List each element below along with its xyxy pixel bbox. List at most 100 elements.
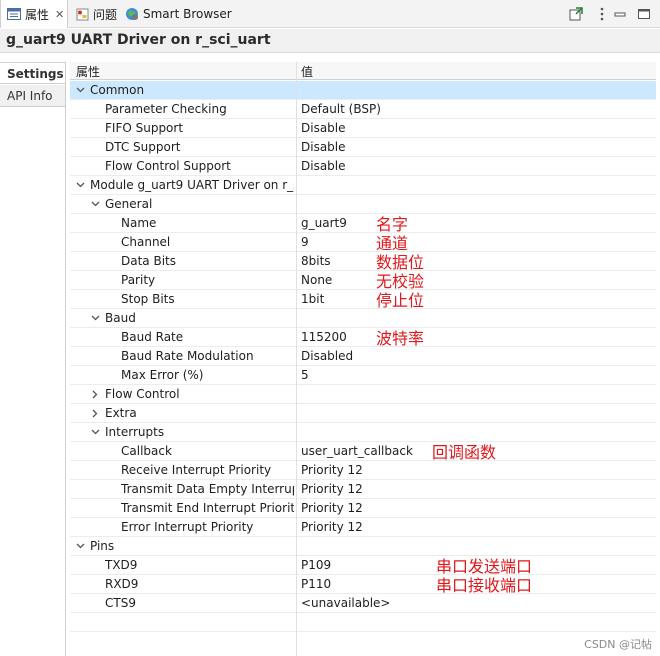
view-tab-bar: 属性 ✕ 问题 Smart Browser [0, 0, 660, 28]
column-divider[interactable] [296, 62, 297, 656]
property-name: Extra [105, 406, 137, 420]
property-row[interactable]: Transmit End Interrupt Priority Priority … [70, 499, 656, 518]
property-row[interactable]: Callback user_uart_callback [70, 442, 656, 461]
property-value[interactable]: Priority 12 [301, 463, 363, 477]
property-value[interactable]: <unavailable> [301, 596, 390, 610]
property-row[interactable]: Stop Bits 1bit [70, 290, 656, 309]
tab-label: 属性 [25, 7, 50, 22]
property-row[interactable]: Error Interrupt Priority Priority 12 [70, 518, 656, 537]
property-name: RXD9 [105, 577, 139, 591]
property-row[interactable]: Common [70, 81, 656, 100]
property-name: Max Error (%) [121, 368, 204, 382]
property-value[interactable]: None [301, 273, 332, 287]
property-row[interactable]: Baud Rate 115200 [70, 328, 656, 347]
property-value[interactable]: P110 [301, 577, 331, 591]
property-row[interactable]: Interrupts [70, 423, 656, 442]
watermark: CSDN @记帖 [584, 638, 652, 651]
property-name: Common [90, 83, 145, 97]
chevron-down-icon[interactable] [89, 424, 101, 440]
property-value[interactable]: Priority 12 [301, 482, 363, 496]
tab-properties[interactable]: 属性 ✕ [0, 0, 68, 28]
property-value[interactable]: user_uart_callback [301, 444, 413, 458]
property-value[interactable]: Disable [301, 121, 346, 135]
page-title: g_uart9 UART Driver on r_sci_uart [6, 32, 271, 48]
annotation-note: 波特率 [376, 329, 425, 348]
property-name: Transmit Data Empty Interrupt P [121, 482, 294, 496]
column-header-value[interactable]: 值 [301, 63, 313, 80]
property-name: Callback [121, 444, 172, 458]
property-name: Error Interrupt Priority [121, 520, 254, 534]
property-row[interactable]: TXD9 P109 [70, 556, 656, 575]
view-menu-icon[interactable] [594, 6, 610, 22]
property-row[interactable]: Extra [70, 404, 656, 423]
property-name: Data Bits [121, 254, 176, 268]
property-row[interactable]: Max Error (%) 5 [70, 366, 656, 385]
property-value[interactable]: 8bits [301, 254, 331, 268]
property-row[interactable]: General [70, 195, 656, 214]
column-header-property[interactable]: 属性 [76, 63, 100, 80]
chevron-right-icon[interactable] [89, 405, 101, 421]
property-name: Transmit End Interrupt Priority [121, 501, 294, 515]
property-value[interactable]: Priority 12 [301, 520, 363, 534]
property-value[interactable]: Disable [301, 159, 346, 173]
property-row[interactable]: CTS9 <unavailable> [70, 594, 656, 613]
property-row[interactable]: Transmit Data Empty Interrupt P Priority … [70, 480, 656, 499]
property-row[interactable]: Pins [70, 537, 656, 556]
property-row[interactable]: Flow Control Support Disable [70, 157, 656, 176]
property-row[interactable]: RXD9 P110 [70, 575, 656, 594]
property-row[interactable]: FIFO Support Disable [70, 119, 656, 138]
property-name: Flow Control [105, 387, 180, 401]
property-row[interactable]: Parity None [70, 271, 656, 290]
side-tab-settings[interactable]: Settings [0, 62, 65, 84]
properties-icon [7, 8, 21, 20]
property-row[interactable]: Channel 9 [70, 233, 656, 252]
chevron-down-icon[interactable] [74, 82, 86, 98]
tab-label: 问题 [93, 7, 118, 22]
chevron-down-icon[interactable] [74, 538, 86, 554]
property-name: Stop Bits [121, 292, 175, 306]
property-row[interactable]: Name g_uart9 [70, 214, 656, 233]
annotation-note: 停止位 [376, 291, 425, 310]
property-name: Baud Rate Modulation [121, 349, 254, 363]
tab-smart-browser[interactable]: Smart Browser [125, 0, 232, 28]
close-icon[interactable]: ✕ [55, 8, 64, 21]
property-row[interactable]: Baud [70, 309, 656, 328]
property-row[interactable]: DTC Support Disable [70, 138, 656, 157]
property-value[interactable]: 115200 [301, 330, 347, 344]
property-value[interactable]: g_uart9 [301, 216, 347, 230]
property-value[interactable]: 1bit [301, 292, 324, 306]
property-name: Receive Interrupt Priority [121, 463, 272, 477]
property-value[interactable]: Default (BSP) [301, 102, 381, 116]
property-value[interactable]: 9 [301, 235, 309, 249]
property-value[interactable]: Disabled [301, 349, 353, 363]
maximize-icon[interactable] [636, 6, 652, 22]
property-value[interactable]: Priority 12 [301, 501, 363, 515]
chevron-down-icon[interactable] [89, 196, 101, 212]
property-row[interactable]: Baud Rate Modulation Disabled [70, 347, 656, 366]
property-value[interactable]: Disable [301, 140, 346, 154]
chevron-right-icon[interactable] [89, 386, 101, 402]
property-row[interactable] [70, 613, 656, 632]
property-row[interactable]: Receive Interrupt Priority Priority 12 [70, 461, 656, 480]
side-tab-api-info[interactable]: API Info [0, 85, 65, 107]
annotation-note: 回调函数 [432, 443, 497, 462]
property-row[interactable]: Parameter Checking Default (BSP) [70, 100, 656, 119]
property-value[interactable]: 5 [301, 368, 309, 382]
chevron-down-icon[interactable] [89, 310, 101, 326]
property-value[interactable]: P109 [301, 558, 331, 572]
property-name: Baud Rate [121, 330, 184, 344]
smart-browser-icon [125, 7, 139, 21]
property-name: FIFO Support [105, 121, 184, 135]
tab-problems[interactable]: 问题 [76, 0, 117, 28]
property-row[interactable]: Data Bits 8bits [70, 252, 656, 271]
open-in-editor-icon[interactable] [568, 6, 584, 22]
property-row[interactable]: Flow Control [70, 385, 656, 404]
property-name: Interrupts [105, 425, 165, 439]
chevron-down-icon[interactable] [74, 177, 86, 193]
property-grid: 属性 值 Common Parameter Checking Default (BS… [70, 62, 656, 656]
property-name: Pins [90, 539, 115, 553]
minimize-icon[interactable] [612, 6, 628, 22]
property-row[interactable]: Module g_uart9 UART Driver on r_sci_ [70, 176, 656, 195]
side-tab-list: Settings API Info [0, 62, 66, 656]
property-name: Name [121, 216, 157, 230]
